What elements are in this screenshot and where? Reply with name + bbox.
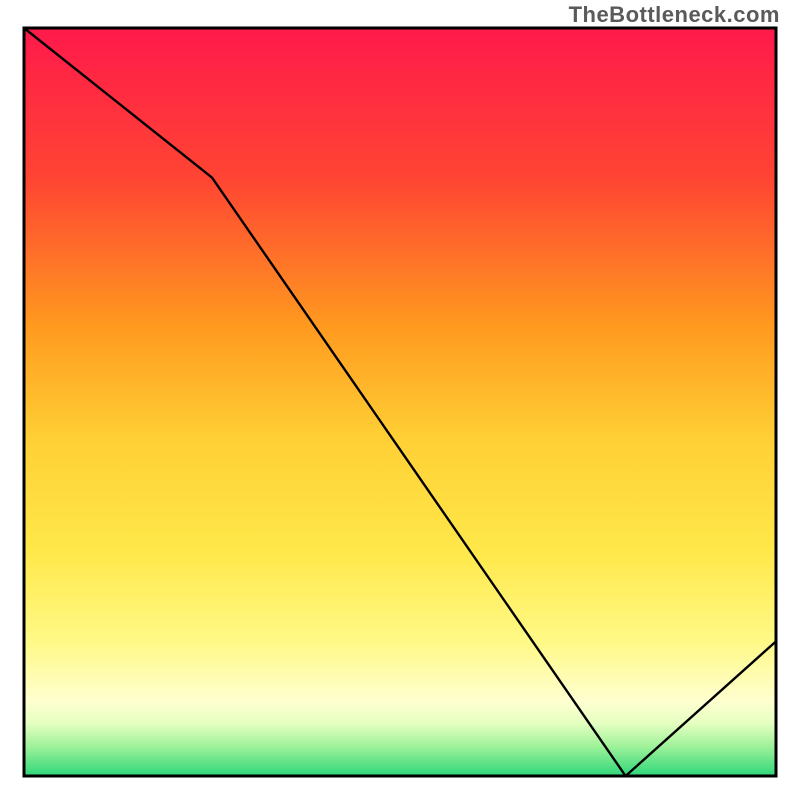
chart-container: TheBottleneck.com [0, 0, 800, 800]
attribution-label: TheBottleneck.com [569, 2, 780, 28]
plot-background [24, 28, 776, 776]
chart-svg [0, 0, 800, 800]
